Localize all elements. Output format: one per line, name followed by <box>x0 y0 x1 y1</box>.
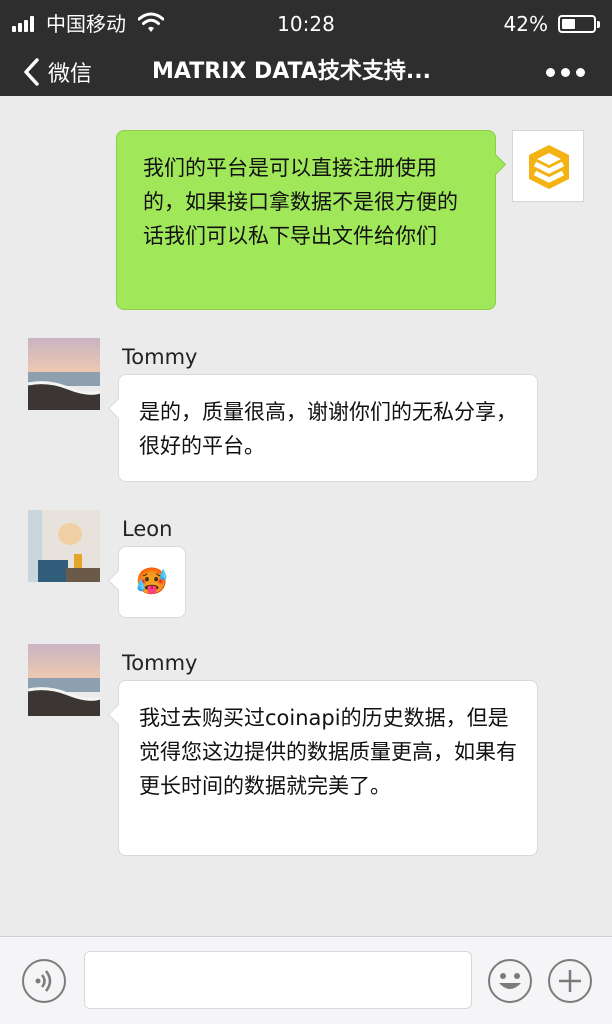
message-bubble-outgoing[interactable]: 我们的平台是可以直接注册使用的，如果接口拿数据不是很方便的话我们可以私下导出文件… <box>116 130 496 310</box>
room-lamp-avatar <box>28 510 100 582</box>
voice-button[interactable] <box>22 959 66 1003</box>
chat-title: MATRIX DATA技术支持... <box>152 59 431 84</box>
battery-icon <box>558 15 600 33</box>
back-chevron-icon <box>24 58 39 86</box>
emoji-message: 🥵 <box>135 567 169 597</box>
beach-sunset-avatar <box>28 338 100 410</box>
back-button[interactable]: 微信 <box>22 54 92 90</box>
message-bubble-incoming[interactable]: 我过去购买过coinapi的历史数据，但是觉得您这边提供的数据质量更高，如果有更… <box>118 680 538 856</box>
message-bubble-incoming[interactable]: 🥵 <box>118 546 186 618</box>
message-bubble-incoming[interactable]: 是的，质量很高，谢谢你们的无私分享，很好的平台。 <box>118 374 538 482</box>
leon-avatar[interactable] <box>28 510 100 582</box>
message-text: 是的，质量很高，谢谢你们的无私分享，很好的平台。 <box>139 400 517 458</box>
tommy-avatar[interactable] <box>28 644 100 716</box>
sender-name: Leon <box>122 517 173 541</box>
tommy-avatar[interactable] <box>28 338 100 410</box>
message-text: 我们的平台是可以直接注册使用的，如果接口拿数据不是很方便的话我们可以私下导出文件… <box>143 156 458 248</box>
sender-name: Tommy <box>122 345 198 369</box>
more-functions-button[interactable] <box>548 959 592 1003</box>
message-input[interactable] <box>84 951 472 1009</box>
status-bar: 中国移动 10:28 42% <box>0 0 612 48</box>
back-label: 微信 <box>48 62 93 87</box>
message-text: 我过去购买过coinapi的历史数据，但是觉得您这边提供的数据质量更高，如果有更… <box>139 706 517 798</box>
plus-icon <box>559 970 581 992</box>
input-bar <box>0 936 612 1024</box>
sender-name: Tommy <box>122 651 198 675</box>
emoji-button[interactable] <box>488 959 532 1003</box>
battery-level <box>562 19 575 29</box>
voice-icon <box>35 970 52 992</box>
emoji-icon <box>499 973 521 989</box>
nav-bar: 微信 MATRIX DATA技术支持... <box>0 48 612 96</box>
matrix-data-logo-icon <box>529 145 569 189</box>
beach-sunset-avatar <box>28 644 100 716</box>
more-icon[interactable] <box>546 68 586 78</box>
battery-percentage: 42% <box>503 12 548 36</box>
self-avatar[interactable] <box>512 130 584 202</box>
